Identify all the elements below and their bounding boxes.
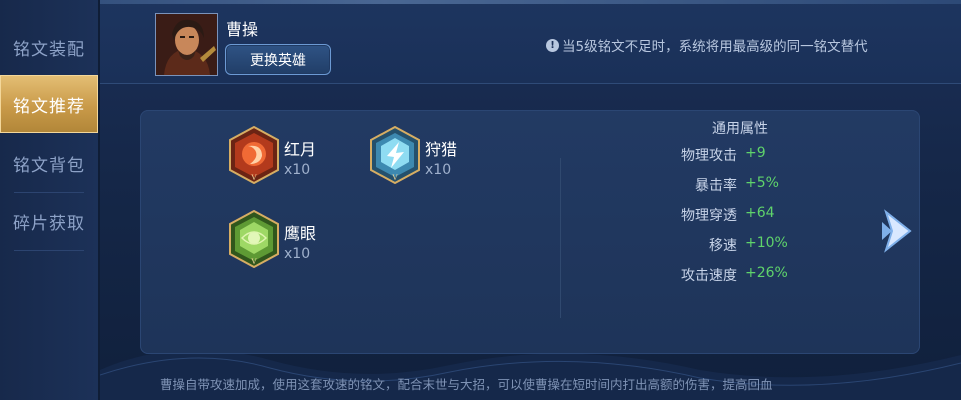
svg-text:V: V	[392, 173, 398, 182]
attribute-name: 攻击速度	[681, 268, 737, 284]
sidebar-item-label: 铭文装配	[13, 39, 85, 60]
attribute-row: 暴击率 +5%	[580, 175, 880, 197]
attribute-row: 移速 +10%	[580, 235, 880, 257]
attribute-name: 暴击率	[695, 178, 737, 194]
rune-name: 狩猎	[425, 140, 458, 159]
rune-name: 红月	[284, 140, 317, 159]
attribute-row: 物理攻击 +9	[580, 145, 880, 167]
sidebar-item-rune-equip[interactable]: 铭文装配	[0, 18, 98, 76]
rune-count: x10	[284, 162, 311, 178]
hero-avatar[interactable]	[155, 13, 218, 76]
hero-name: 曹操	[226, 20, 259, 39]
attributes-title: 通用属性	[712, 121, 768, 137]
sidebar-item-rune-recommend[interactable]: 铭文推荐	[0, 75, 98, 133]
hawk-eye-rune-icon: V	[229, 210, 279, 268]
sidebar: 铭文装配 铭文推荐 铭文背包 碎片获取	[0, 0, 100, 400]
attribute-row: 物理穿透 +64	[580, 205, 880, 227]
rune-item[interactable]: V 鹰眼 x10	[228, 210, 368, 270]
notice-text: 当5级铭文不足时，系统将用最高级的同一铭文替代	[562, 39, 868, 55]
rune-item[interactable]: V 狩猎 x10	[369, 126, 509, 186]
attribute-value: +26%	[745, 265, 788, 281]
sidebar-item-label: 铭文推荐	[13, 96, 85, 117]
rune-description: 曹操自带攻速加成，使用这套攻速的铭文，配合末世与大招，可以使曹操在短时间内打出高…	[160, 377, 773, 392]
sidebar-item-fragment-get[interactable]: 碎片获取	[0, 192, 98, 250]
attribute-value: +5%	[745, 175, 779, 191]
attribute-value: +64	[745, 205, 775, 221]
attribute-name: 物理攻击	[681, 148, 737, 164]
info-icon: !	[546, 38, 559, 52]
sidebar-item-label: 铭文背包	[13, 155, 85, 176]
notice-text-row: ! 当5级铭文不足时，系统将用最高级的同一铭文替代	[546, 35, 868, 55]
attribute-name: 物理穿透	[681, 208, 737, 224]
hero-portrait-image	[156, 14, 217, 75]
sidebar-divider	[14, 250, 84, 251]
hunt-rune-icon: V	[370, 126, 420, 184]
attribute-value: +10%	[745, 235, 788, 251]
rune-item[interactable]: V 红月 x10	[228, 126, 368, 186]
attribute-value: +9	[745, 145, 766, 161]
rune-count: x10	[284, 246, 311, 262]
attribute-name: 移速	[709, 238, 737, 254]
chevron-right-icon[interactable]	[880, 208, 916, 254]
svg-text:V: V	[251, 173, 257, 182]
svg-text:V: V	[251, 257, 257, 266]
sidebar-item-label: 碎片获取	[13, 213, 85, 234]
rune-recommend-panel: V 红月 x10 V 狩猎 x10 V 鹰眼 x10 通用属性 物理攻击 +9 …	[140, 110, 920, 354]
sidebar-item-rune-bag[interactable]: 铭文背包	[0, 134, 98, 192]
change-hero-button[interactable]: 更换英雄	[225, 44, 331, 75]
red-moon-rune-icon: V	[229, 126, 279, 184]
attribute-row: 攻击速度 +26%	[580, 265, 880, 287]
panel-divider	[560, 158, 561, 318]
rune-name: 鹰眼	[284, 224, 317, 243]
rune-count: x10	[425, 162, 452, 178]
